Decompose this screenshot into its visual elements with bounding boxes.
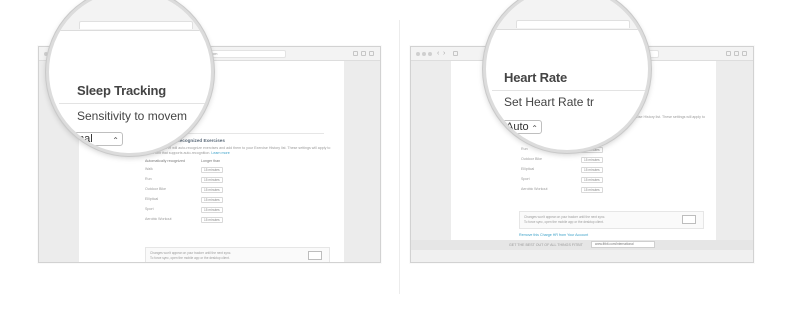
minimize-window-button[interactable] bbox=[422, 52, 426, 56]
chevron-updown-icon: ⌃ bbox=[531, 124, 538, 133]
share-icon[interactable] bbox=[353, 51, 358, 56]
tracker-device-icon bbox=[308, 251, 322, 260]
exercise-name: Sport bbox=[521, 177, 530, 181]
notice-text-2: To force sync, open the mobile app or th… bbox=[524, 220, 604, 224]
exercise-name: Outdoor Bike bbox=[521, 157, 542, 161]
magnified-tab bbox=[516, 20, 630, 28]
exercise-name: Aerobic Workout bbox=[521, 187, 548, 191]
right-panel: ‹ › fitbit.com Exercises ...ognize exerc… bbox=[400, 0, 800, 314]
sidebar-icon[interactable] bbox=[453, 51, 458, 56]
share-icon[interactable] bbox=[726, 51, 731, 56]
exercise-name: Run bbox=[521, 147, 528, 151]
magnified-tab bbox=[79, 21, 193, 29]
duration-select[interactable]: 15 minutes bbox=[201, 217, 223, 223]
magnified-toolbar bbox=[49, 0, 211, 31]
column-header-exercise: Automatically recognized bbox=[145, 159, 185, 163]
forward-arrow-icon[interactable]: › bbox=[443, 50, 445, 58]
duration-select[interactable]: 15 minutes bbox=[201, 187, 223, 193]
exercise-name: Walk bbox=[145, 167, 153, 171]
new-tab-icon[interactable] bbox=[369, 51, 374, 56]
duration-select[interactable]: 15 minutes bbox=[581, 157, 603, 163]
exercise-name: Aerobic Workout bbox=[145, 217, 172, 221]
section-description-2: your Fitbit that supports auto-recogniti… bbox=[145, 151, 230, 155]
chevron-updown-icon: ⌃ bbox=[112, 136, 119, 145]
magnified-toolbar bbox=[486, 0, 648, 30]
new-tab-icon[interactable] bbox=[742, 51, 747, 56]
left-panel: ‹ › fitbit.com ... Automatically Recogni… bbox=[0, 0, 400, 314]
region-select[interactable]: www.fitbit.com/international bbox=[591, 241, 655, 248]
remove-device-link[interactable]: Remove this Charge HR from Your Account bbox=[519, 233, 588, 238]
sensitivity-label: Sensitivity to movem bbox=[77, 109, 188, 123]
duration-select[interactable]: 15 minutes bbox=[201, 207, 223, 213]
heart-rate-select[interactable]: Auto ⌃ bbox=[502, 120, 542, 134]
tabs-icon[interactable] bbox=[734, 51, 739, 56]
back-arrow-icon[interactable]: ‹ bbox=[437, 50, 439, 58]
learn-more-link[interactable]: Learn more bbox=[211, 151, 229, 155]
duration-select[interactable]: 15 minutes bbox=[581, 167, 603, 173]
heart-rate-select-value: Auto bbox=[506, 121, 529, 133]
magnified-divider bbox=[59, 103, 211, 104]
tabs-icon[interactable] bbox=[361, 51, 366, 56]
exercise-name: Sport bbox=[145, 207, 154, 211]
sync-notice: Changes won't appear on your tracker unt… bbox=[519, 211, 704, 229]
footer-bar: GET THE BEST OUT OF ALL THINGS FITBIT ww… bbox=[411, 240, 753, 250]
footer-area bbox=[411, 250, 753, 262]
heart-rate-label: Set Heart Rate tr bbox=[504, 95, 595, 109]
duration-select[interactable]: 15 minutes bbox=[201, 197, 223, 203]
sync-notice: Changes won't appear on your tracker unt… bbox=[145, 247, 330, 262]
notice-text-2: To force sync, open the mobile app or th… bbox=[150, 256, 230, 260]
exercise-name: Run bbox=[145, 177, 152, 181]
tracker-device-icon bbox=[682, 215, 696, 224]
footer-prompt: GET THE BEST OUT OF ALL THINGS FITBIT bbox=[509, 243, 583, 247]
duration-select[interactable]: 15 minutes bbox=[201, 167, 223, 173]
duration-select[interactable]: 15 minutes bbox=[581, 177, 603, 183]
zoom-window-button[interactable] bbox=[428, 52, 432, 56]
duration-select[interactable]: 15 minutes bbox=[201, 177, 223, 183]
sensitivity-select-value: mal bbox=[75, 133, 93, 145]
exercise-name: Elliptical bbox=[521, 167, 535, 171]
duration-select[interactable]: 15 minutes bbox=[581, 187, 603, 193]
sleep-tracking-heading: Sleep Tracking bbox=[77, 83, 166, 98]
close-window-button[interactable] bbox=[416, 52, 420, 56]
heart-rate-heading: Heart Rate bbox=[504, 70, 568, 85]
magnified-divider bbox=[492, 90, 648, 91]
sensitivity-select[interactable]: mal ⌃ bbox=[71, 132, 123, 146]
exercise-name: Outdoor Bike bbox=[145, 187, 166, 191]
exercise-name: Elliptical bbox=[145, 197, 159, 201]
column-header-longer: Longer than bbox=[201, 159, 221, 163]
